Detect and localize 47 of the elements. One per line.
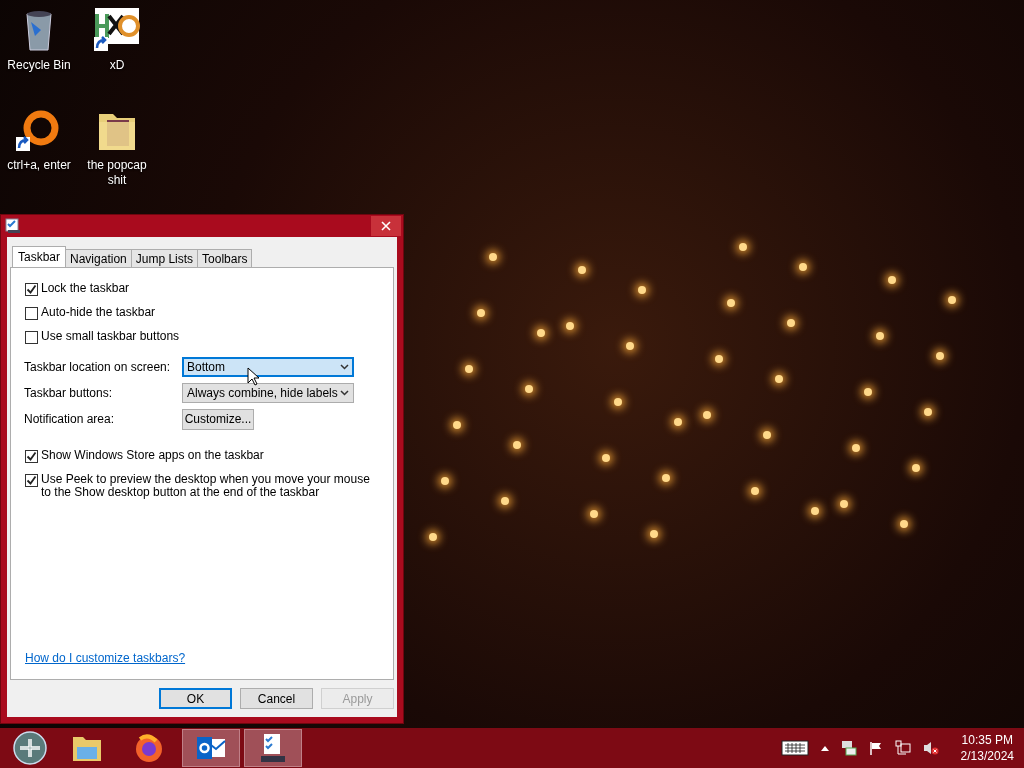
app-icon[interactable] — [93, 6, 141, 54]
taskbar-app-button[interactable] — [182, 729, 240, 767]
checkbox-label[interactable]: Use Peek to preview the desktop when you move your mouse to the Show desktop button at the end of the taskbar — [41, 473, 379, 499]
checkbox[interactable] — [25, 331, 38, 344]
tab[interactable]: Taskbar — [12, 246, 67, 267]
caret-icon — [340, 390, 349, 396]
desktop-icon-label[interactable]: Recycle Bin — [1, 58, 77, 73]
checkbox[interactable] — [25, 283, 38, 296]
keyboard-icon[interactable] — [780, 740, 809, 756]
tab[interactable]: Toolbars — [197, 249, 253, 267]
checkbox[interactable] — [25, 474, 38, 487]
desktop-icon-label[interactable]: ctrl+a, enter — [1, 158, 77, 173]
network-icon[interactable] — [894, 740, 911, 756]
customize-button[interactable]: Customize... — [182, 408, 254, 430]
dropdown[interactable]: Bottom — [182, 357, 354, 377]
flag-icon[interactable] — [868, 741, 883, 755]
desktop-icon-label[interactable]: xD — [79, 58, 155, 73]
windows-logo-icon — [13, 731, 47, 765]
dropdown[interactable]: Always combine, hide labels — [182, 383, 354, 403]
chevron-up-icon[interactable] — [820, 745, 829, 751]
caret-icon — [340, 364, 349, 370]
setting-label: Notification area: — [24, 412, 116, 426]
speaker-muted-icon[interactable] — [922, 740, 939, 756]
tab[interactable]: Navigation — [65, 249, 132, 267]
taskbar-app-button[interactable] — [244, 729, 302, 767]
desktop-icon-label[interactable]: the popcap shit — [79, 158, 155, 188]
help-link[interactable]: How do I customize taskbars? — [25, 651, 186, 665]
setting-label: Taskbar location on screen: — [24, 360, 172, 374]
checkbox-label[interactable]: Lock the taskbar — [41, 282, 130, 295]
messages-icon[interactable] — [840, 740, 857, 756]
checkbox-label[interactable]: Auto-hide the taskbar — [41, 306, 156, 319]
tab[interactable]: Jump Lists — [130, 249, 199, 267]
checkbox-label[interactable]: Show Windows Store apps on the taskbar — [41, 449, 264, 462]
setting-label: Taskbar buttons: — [24, 386, 114, 400]
close-button[interactable] — [371, 216, 401, 236]
mail-app-icon — [196, 735, 226, 761]
clock[interactable]: 10:35 PM 2/13/2024 — [960, 732, 1014, 764]
dialog-button[interactable]: OK — [159, 688, 232, 709]
mouse-pointer-icon — [247, 367, 259, 386]
checkbox[interactable] — [25, 450, 38, 463]
firefox-icon — [134, 733, 164, 763]
checklist-icon — [5, 218, 21, 234]
dialog-button[interactable]: Cancel — [240, 688, 313, 709]
checklist-icon — [258, 732, 288, 764]
checkbox[interactable] — [25, 307, 38, 320]
checkbox-label[interactable]: Use small taskbar buttons — [41, 330, 180, 343]
close-icon — [381, 221, 391, 231]
